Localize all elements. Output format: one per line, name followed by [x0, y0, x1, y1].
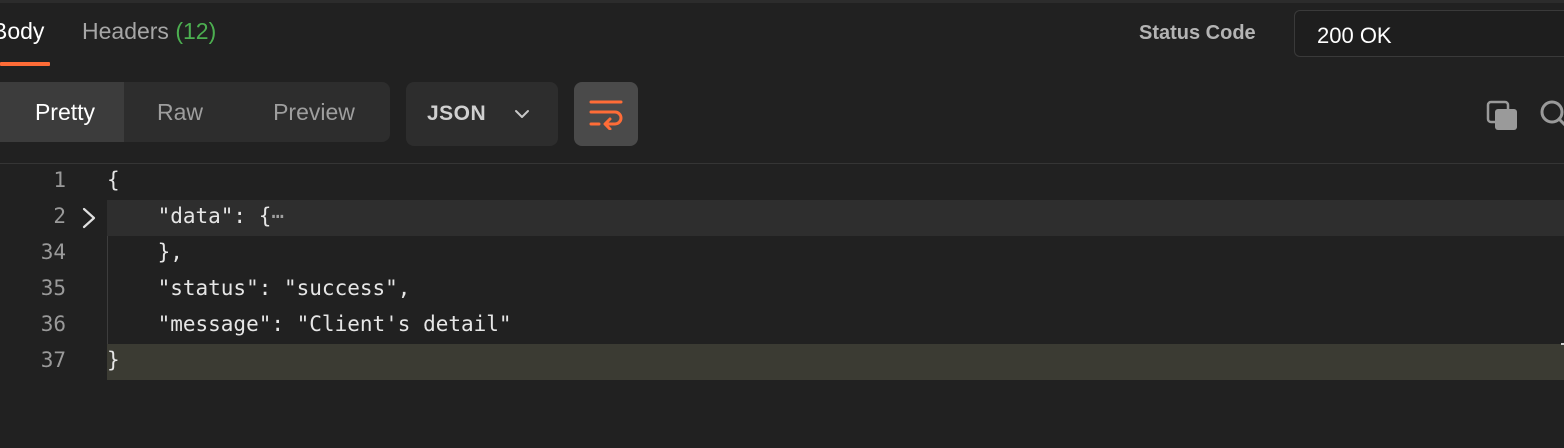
- mode-preview-label: Preview: [273, 99, 355, 125]
- mode-preview-button[interactable]: Preview: [252, 82, 376, 142]
- view-mode-group: Pretty Raw Preview: [0, 82, 390, 142]
- status-code-value: 200 OK: [1317, 23, 1392, 48]
- code-line: 35 "status": "success",: [0, 272, 1564, 308]
- line-number: 36: [40, 312, 66, 336]
- mode-raw-label: Raw: [156, 99, 203, 125]
- wrap-lines-icon: [589, 100, 623, 130]
- response-panel: Body Headers (12) Status Code 200 OK Pre…: [0, 0, 1564, 448]
- search-icon[interactable]: [1538, 98, 1564, 132]
- line-number: 1: [53, 168, 66, 192]
- code-text: },: [107, 240, 183, 264]
- format-select-value: JSON: [427, 102, 487, 125]
- line-number: 37: [40, 348, 66, 372]
- tab-headers[interactable]: Headers (12): [82, 18, 216, 45]
- code-text: "message": "Client's detail": [107, 312, 512, 336]
- code-text: }: [107, 348, 120, 372]
- mode-pretty-button[interactable]: Pretty: [0, 82, 124, 142]
- headers-count-badge: (12): [175, 18, 217, 44]
- line-highlight: [107, 200, 1564, 236]
- mode-raw-button[interactable]: Raw: [140, 82, 220, 142]
- tab-body-label: Body: [0, 18, 45, 44]
- active-tab-indicator: [0, 62, 50, 66]
- code-line: 37 }: [0, 344, 1564, 380]
- line-highlight: [107, 344, 1564, 380]
- line-number: 35: [40, 276, 66, 300]
- code-line: 36 "message": "Client's detail": [0, 308, 1564, 344]
- code-text: "status": "success",: [107, 276, 411, 300]
- code-line: 2 "data": {⋯: [0, 200, 1564, 236]
- status-code-field[interactable]: 200 OK: [1294, 10, 1564, 57]
- code-text: "data": {⋯: [107, 204, 284, 228]
- response-tabs: Body Headers (12) Status Code 200 OK: [0, 0, 1564, 66]
- code-line: 1 {: [0, 164, 1564, 200]
- chevron-right-icon[interactable]: [80, 207, 98, 229]
- code-text: {: [107, 168, 120, 192]
- format-select[interactable]: JSON: [406, 82, 558, 146]
- chevron-down-icon: [515, 110, 529, 118]
- line-number: 34: [40, 240, 66, 264]
- mode-pretty-label: Pretty: [34, 99, 96, 125]
- wrap-lines-button[interactable]: [574, 82, 638, 146]
- line-number: 2: [53, 204, 66, 228]
- code-text-main: "data": {: [107, 204, 272, 228]
- fold-ellipsis[interactable]: ⋯: [271, 204, 284, 228]
- response-toolbar: Pretty Raw Preview JSON: [0, 82, 1564, 146]
- tab-headers-label: Headers: [82, 18, 169, 44]
- code-line: 34 },: [0, 236, 1564, 272]
- tab-body[interactable]: Body: [0, 18, 44, 45]
- code-editor[interactable]: 1 { 2 "data": {⋯ 34 }, 35 "status": "suc…: [0, 163, 1564, 448]
- copy-icon[interactable]: [1486, 100, 1520, 132]
- status-code-label: Status Code: [1139, 22, 1256, 44]
